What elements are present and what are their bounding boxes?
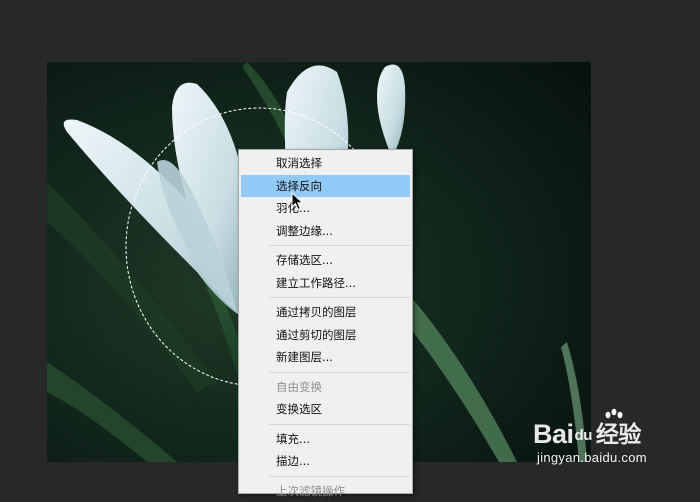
menu-separator: [269, 245, 410, 246]
watermark-url: jingyan.baidu.com: [537, 450, 647, 465]
menu-item[interactable]: 变换选区: [241, 398, 410, 421]
menu-separator: [269, 476, 410, 477]
watermark-brand-du: du: [575, 420, 592, 452]
menu-item[interactable]: 取消选择: [241, 152, 410, 175]
menu-item[interactable]: 通过剪切的图层: [241, 324, 410, 347]
menu-item[interactable]: 选择反向: [241, 175, 410, 198]
menu-separator: [269, 297, 410, 298]
menu-item[interactable]: 通过拷贝的图层: [241, 301, 410, 324]
menu-item: 上次滤镜操作: [241, 480, 410, 502]
menu-item[interactable]: 填充...: [241, 428, 410, 451]
menu-item[interactable]: 羽化...: [241, 197, 410, 220]
baidu-paw-icon: [603, 408, 625, 430]
watermark-brand-a: Bai: [533, 419, 574, 449]
mouse-cursor-icon: [291, 192, 305, 212]
menu-item[interactable]: 存储选区...: [241, 249, 410, 272]
menu-separator: [269, 424, 410, 425]
menu-item[interactable]: 描边...: [241, 450, 410, 473]
menu-separator: [269, 372, 410, 373]
menu-item[interactable]: 建立工作路径...: [241, 272, 410, 295]
watermark: Baidu经验 jingyan.baidu.com: [533, 408, 698, 478]
menu-item[interactable]: 调整边缘...: [241, 220, 410, 243]
menu-item[interactable]: 新建图层...: [241, 346, 410, 369]
context-menu: 取消选择选择反向羽化...调整边缘... 存储选区...建立工作路径... 通过拷贝…: [238, 149, 413, 494]
menu-item: 自由变换: [241, 376, 410, 399]
